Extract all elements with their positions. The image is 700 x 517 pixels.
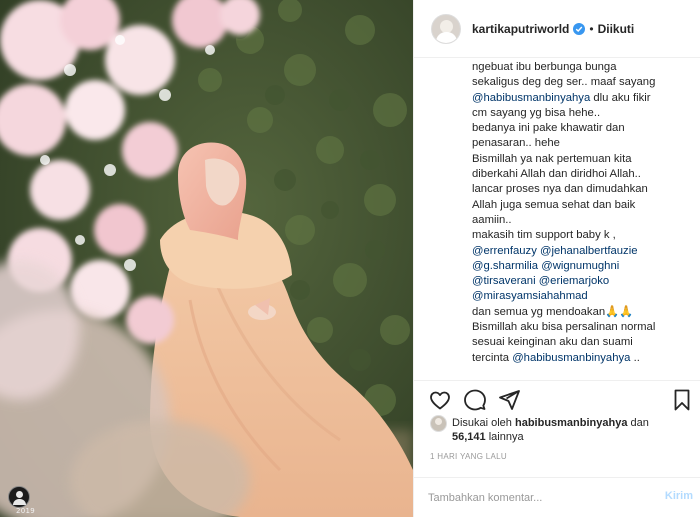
author-username[interactable]: kartikaputriworld [472,22,569,36]
caption-line: aamiin.. [472,213,512,226]
caption-line: sesuai keinginan aku dan suami [472,336,633,349]
caption-text: tercinta [472,351,513,364]
mention-link[interactable]: @habibusmanbinyahya [512,352,630,364]
caption-text: .. [630,351,640,364]
mention-link[interactable]: @habibusmanbinyahya [472,92,590,104]
mention-line[interactable]: @mirasyamsiahahmad [472,289,700,304]
caption-text: dlu aku fikir [590,91,651,104]
tagged-user-icon[interactable] [8,486,30,508]
photo-watermark-year: 2019 [16,507,36,515]
post-comment-button[interactable]: Kirim [665,490,693,502]
bookmark-icon[interactable] [670,388,694,412]
likes-count[interactable]: 56,141 [452,431,486,443]
comment-input[interactable] [428,488,648,508]
mention-line[interactable]: @errenfauzy @jehanalbertfauzie [472,244,700,259]
caption-line: cm sayang yg bisa hehe.. [472,106,601,119]
mention-line[interactable]: @g.sharmilia @wignumughni [472,259,700,274]
caption-line: bedanya ini pake khawatir dan [472,122,625,135]
caption-line: sekaligus deg deg ser.. maaf sayang [472,76,656,89]
author-avatar[interactable] [431,13,461,44]
caption-line: ngebuat ibu berbunga bunga [472,61,617,73]
likes-text: Disukai oleh habibusmanbinyahya dan 56,1… [452,416,692,444]
post-header: kartikaputriworld • Diikuti [414,0,700,58]
likes-middle: dan [627,417,649,429]
comment-bubble-icon[interactable] [463,388,487,412]
post-details-panel: kartikaputriworld • Diikuti ngebuat ibu … [413,0,700,517]
header-separator: • [589,21,594,36]
caption-line: makasih tim support baby k , [472,229,616,242]
caption-line: Bismillah ya nak pertemuan kita [472,152,632,165]
likes-suffix: lainnya [485,431,524,443]
comment-composer: Kirim [414,477,700,517]
likes-prefix: Disukai oleh [452,417,515,429]
post-timestamp[interactable]: 1 HARI YANG LALU [430,452,507,461]
mention-line[interactable]: @tirsaverani @eriemarjoko [472,274,700,289]
post-photo[interactable]: 2019 [0,0,413,517]
heart-icon[interactable] [428,388,452,412]
caption-line: Bismillah aku bisa persalinan normal [472,321,656,334]
caption-line: diberkahi Allah dan diridhoi Allah.. [472,168,641,181]
liker-username[interactable]: habibusmanbinyahya [515,417,627,429]
verified-badge-icon [573,22,586,35]
paper-plane-icon[interactable] [497,388,521,412]
photo-illustration [0,0,413,517]
following-button[interactable]: Diikuti [598,22,635,36]
caption-line: penasaran.. hehe [472,137,560,150]
caption-line: dan semua yg mendoakan🙏🙏 [472,305,634,318]
caption-line: lancar proses nya dan dimudahkan [472,183,648,196]
caption-line: Allah juga semua sehat dan baik [472,198,636,211]
caption-line: @habibusmanbinyahya dlu aku fikir [472,91,700,106]
caption-line: tercinta @habibusmanbinyahya .. [472,351,700,366]
post-actions-bar [414,380,700,414]
caption-scroll-area[interactable]: ngebuat ibu berbunga bunga sekaligus deg … [414,58,700,374]
liker-avatar[interactable] [430,415,447,432]
